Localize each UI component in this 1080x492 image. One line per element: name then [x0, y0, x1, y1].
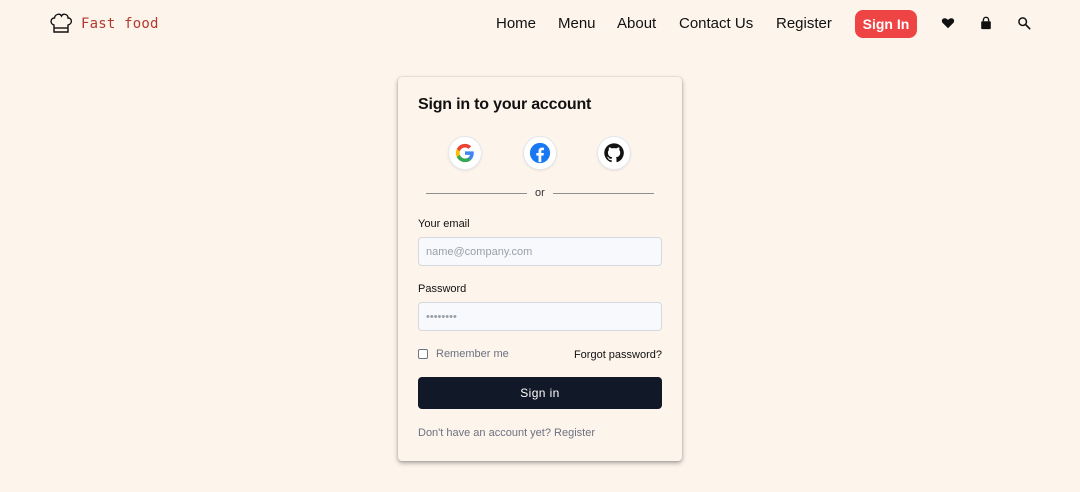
heart-icon[interactable]: [940, 15, 956, 31]
chef-hat-icon: [50, 13, 73, 33]
register-prompt-line: Don't have an account yet? Register: [418, 427, 595, 439]
google-icon: [455, 143, 474, 163]
nav-menu[interactable]: Menu: [558, 14, 596, 34]
facebook-icon: [529, 142, 551, 164]
email-label: Your email: [418, 218, 470, 230]
nav-home[interactable]: Home: [496, 14, 536, 34]
brand-logo[interactable]: Fast food: [47, 10, 159, 38]
password-label: Password: [418, 283, 467, 295]
github-icon: [604, 143, 624, 163]
navbar: Fast food Home Menu About Contact Us Reg…: [0, 0, 1080, 48]
email-field[interactable]: [418, 237, 662, 266]
divider-text: or: [535, 187, 545, 199]
search-icon[interactable]: [1016, 15, 1032, 31]
nav-contact-us[interactable]: Contact Us: [679, 14, 753, 34]
divider-left: [426, 193, 527, 194]
remember-me: Remember me: [418, 348, 509, 360]
facebook-signin-button[interactable]: [523, 136, 557, 170]
nav-signin-button[interactable]: Sign In: [855, 10, 917, 38]
remember-checkbox[interactable]: [418, 349, 428, 359]
forgot-password-link[interactable]: Forgot password?: [574, 349, 662, 361]
nav-about[interactable]: About: [617, 14, 656, 34]
remember-label: Remember me: [436, 348, 509, 360]
nav-register[interactable]: Register: [776, 14, 832, 34]
register-link[interactable]: Register: [554, 427, 595, 439]
github-signin-button[interactable]: [597, 136, 631, 170]
register-prompt: Don't have an account yet?: [418, 427, 555, 439]
signin-submit-button[interactable]: Sign in: [418, 377, 662, 409]
signin-card: Sign in to your account or Your email Pa…: [398, 77, 682, 461]
google-signin-button[interactable]: [448, 136, 482, 170]
password-field[interactable]: [418, 302, 662, 331]
card-title: Sign in to your account: [418, 96, 592, 113]
divider-right: [553, 193, 654, 194]
brand-name: Fast food: [81, 16, 159, 32]
bag-icon[interactable]: [978, 15, 994, 31]
